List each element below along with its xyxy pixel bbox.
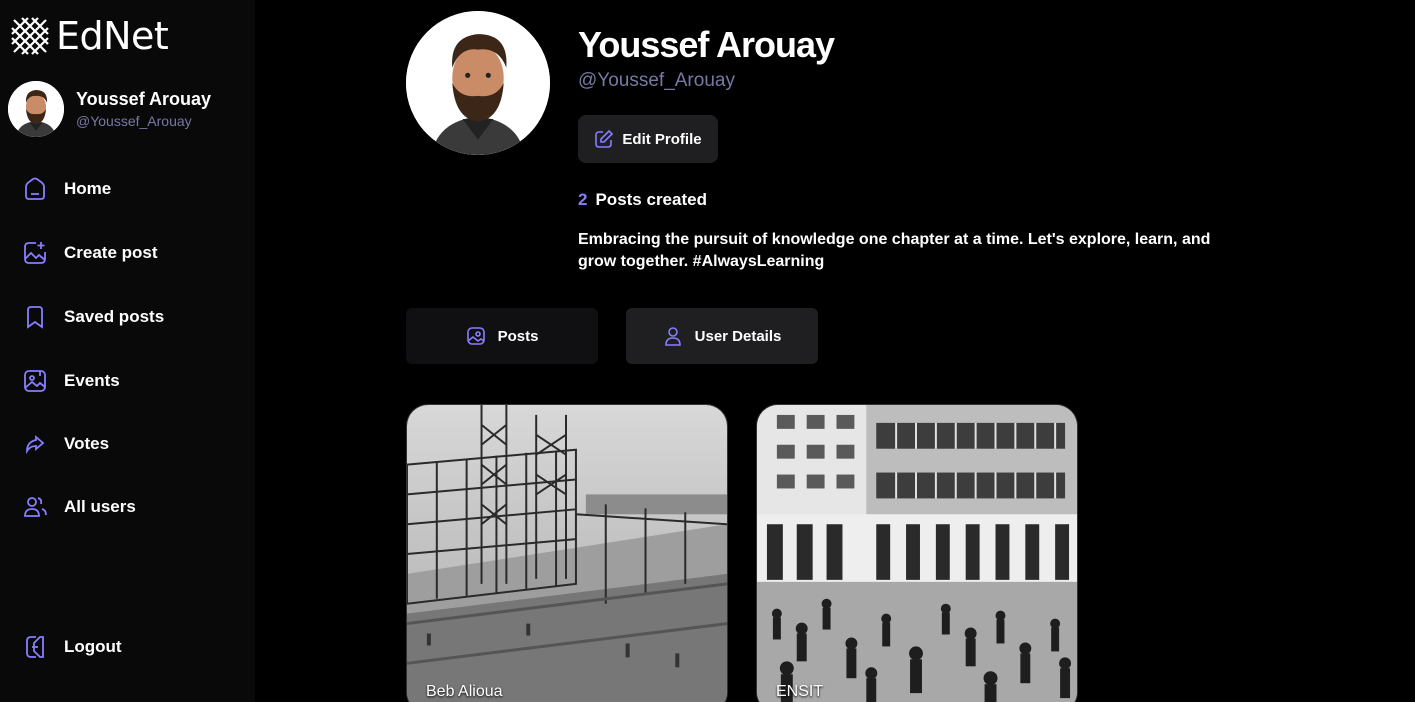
sidebar-item-label: Votes — [64, 434, 110, 453]
user-icon — [664, 327, 681, 346]
app-logo[interactable]: EdNet — [8, 14, 169, 58]
avatar-illustration — [8, 81, 64, 137]
posts-count: 2 Posts created — [578, 190, 707, 210]
profile-avatar — [406, 11, 550, 155]
sidebar-item-votes[interactable]: Votes — [22, 431, 109, 457]
sidebar-user-name: Youssef Arouay — [76, 89, 212, 109]
post-card[interactable]: Beb Alioua — [406, 404, 728, 702]
post-caption: Beb Alioua — [426, 683, 503, 700]
app-name: EdNet — [56, 14, 169, 58]
sidebar-profile[interactable]: Youssef Arouay @Youssef_Arouay — [8, 81, 211, 137]
tab-label: User Details — [694, 327, 782, 345]
share-icon — [26, 435, 45, 455]
post-caption: ENSIT — [776, 683, 824, 700]
sidebar-item-saved-posts[interactable]: Saved posts — [22, 304, 164, 330]
edit-profile-button[interactable]: Edit Profile — [578, 115, 718, 163]
people-icon — [24, 497, 47, 517]
post-image — [407, 405, 727, 702]
posts-count-label: Posts created — [595, 190, 707, 209]
logout-icon — [26, 636, 44, 658]
sidebar-user-handle: @Youssef_Arouay — [76, 113, 192, 129]
profile-name: Youssef Arouay — [578, 24, 835, 65]
events-icon — [24, 370, 46, 392]
sidebar-item-label: Home — [64, 179, 112, 198]
sidebar-item-label: Saved posts — [64, 307, 165, 326]
home-icon — [25, 177, 45, 200]
edit-icon — [595, 129, 614, 148]
tab-user-details[interactable]: User Details — [626, 308, 818, 364]
post-image — [757, 405, 1077, 702]
sidebar-item-create-post[interactable]: Create post — [22, 240, 158, 266]
sidebar-item-home[interactable]: Home — [22, 176, 111, 202]
image-icon — [466, 327, 485, 345]
profile-handle: @Youssef_Arouay — [578, 70, 735, 91]
edit-profile-label: Edit Profile — [622, 130, 702, 148]
sidebar-item-events[interactable]: Events — [22, 368, 120, 394]
posts-count-number: 2 — [578, 190, 588, 209]
sidebar: EdNet Youssef Arouay @Youssef_Arouay Hom… — [0, 0, 255, 702]
profile-bio: Embracing the pursuit of knowledge one c… — [578, 231, 1211, 270]
avatar — [8, 81, 64, 137]
sidebar-item-all-users[interactable]: All users — [22, 494, 136, 520]
tab-posts[interactable]: Posts — [406, 308, 598, 364]
logout-label: Logout — [64, 637, 122, 656]
sidebar-item-label: Events — [64, 371, 120, 390]
sidebar-item-label: Create post — [64, 243, 158, 262]
bookmark-icon — [27, 306, 43, 329]
logo-grid-icon — [11, 17, 49, 55]
sidebar-item-label: All users — [64, 497, 136, 516]
post-card[interactable]: ENSIT — [756, 404, 1078, 702]
avatar-illustration — [406, 11, 550, 155]
tab-label: Posts — [497, 327, 539, 345]
create-post-icon — [24, 242, 46, 264]
logout-button[interactable]: Logout — [22, 634, 122, 660]
